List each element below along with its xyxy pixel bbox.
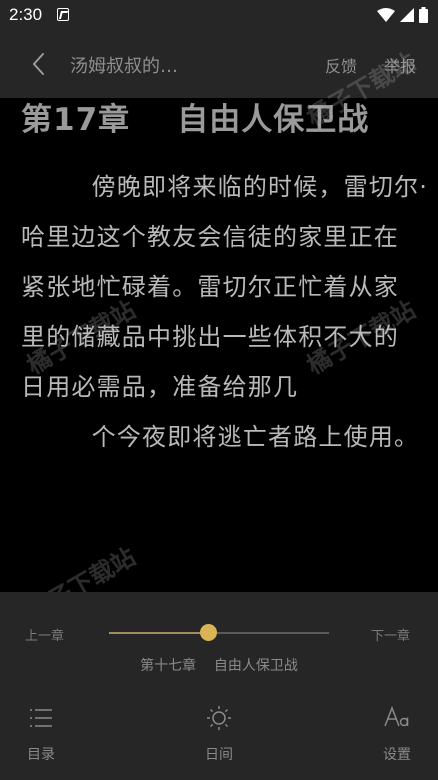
paragraph-line: 傍晚即将来临的时候，雷切尔·: [21, 173, 429, 201]
status-time: 2:30: [9, 5, 43, 24]
progress-fill: [109, 632, 208, 634]
nav-day-mode[interactable]: 日间: [189, 704, 249, 764]
signal-icon: [400, 8, 414, 22]
paragraph-line: 日用必需品，准备给那几: [21, 373, 299, 401]
nav-toc[interactable]: 目录: [11, 704, 71, 764]
battery-icon: [419, 7, 428, 23]
paragraph-line: 哈里边这个教友会信徒的家里正在: [21, 223, 399, 251]
nav-settings-label: 设置: [383, 747, 411, 763]
prev-chapter-button[interactable]: 上一章: [25, 625, 64, 644]
wifi-icon: [377, 8, 395, 22]
chapter-title: 第17章 自由人保卫战: [21, 102, 370, 138]
font-settings-icon: [384, 705, 409, 727]
paragraph-line: 里的储藏品中挑出一些体积不大的: [21, 323, 399, 351]
list-icon: [30, 709, 52, 727]
paragraph-line: 紧张地忙碌着。雷切尔正忙着从家: [21, 273, 399, 301]
status-icons: [377, 6, 428, 24]
next-chapter-button[interactable]: 下一章: [371, 625, 410, 644]
sun-icon: [207, 706, 231, 730]
nav-settings[interactable]: 设置: [367, 704, 427, 764]
report-button[interactable]: 举报: [384, 53, 416, 77]
paragraph-line: 个今夜即将逃亡者路上使用。: [21, 423, 420, 451]
progress-thumb[interactable]: [200, 624, 217, 641]
reader-top-bar: 汤姆叔叔的… 反馈 举报: [0, 30, 438, 98]
reader-control-panel: 上一章 下一章 第十七章 自由人保卫战 目录 日间 设置: [0, 592, 438, 780]
nav-day-mode-label: 日间: [205, 747, 233, 763]
current-chapter-caption: 第十七章 自由人保卫战: [140, 658, 298, 674]
nav-toc-label: 目录: [27, 747, 55, 763]
chevron-left-icon[interactable]: [26, 51, 52, 77]
reading-area[interactable]: 第17章 自由人保卫战 傍晚即将来临的时候，雷切尔· 哈里边这个教友会信徒的家里…: [0, 98, 438, 592]
feedback-button[interactable]: 反馈: [325, 53, 357, 77]
status-bar: 2:30: [0, 0, 438, 30]
book-title: 汤姆叔叔的…: [70, 56, 178, 77]
app-notification-icon: [57, 8, 69, 21]
chapter-progress-slider[interactable]: [109, 624, 329, 641]
